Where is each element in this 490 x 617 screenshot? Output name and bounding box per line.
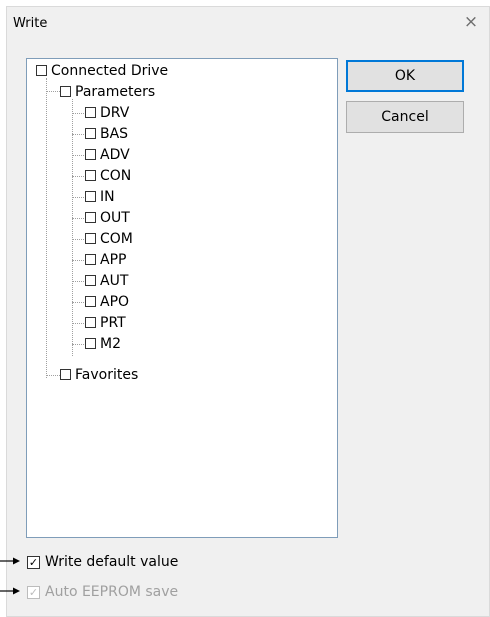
tree-checkbox[interactable] — [85, 212, 96, 223]
tree-node-label: Parameters — [75, 84, 156, 100]
tree-connector — [72, 344, 84, 345]
tree-checkbox[interactable] — [36, 65, 47, 76]
tree-node-label: IN — [100, 189, 115, 205]
auto-eeprom-label: Auto EEPROM save — [45, 584, 179, 600]
tree-node-label: COM — [100, 231, 133, 247]
tree-checkbox[interactable] — [85, 254, 96, 265]
tree-node-label: BAS — [100, 126, 129, 142]
tree-checkbox[interactable] — [60, 86, 71, 97]
tree-node-label: M2 — [100, 336, 121, 352]
tree-connector — [72, 99, 73, 356]
tree-connector — [72, 239, 84, 240]
tree-connector — [72, 155, 84, 156]
tree-checkbox[interactable] — [85, 233, 96, 244]
tree-connector — [46, 91, 60, 92]
tree-checkbox[interactable] — [85, 275, 96, 286]
tree-view[interactable]: Connected Drive Parameters DRV BAS ADV C… — [26, 58, 338, 538]
tree-node-label: CON — [100, 168, 132, 184]
ok-button[interactable]: OK — [346, 60, 464, 92]
arrow-icon — [0, 557, 20, 565]
auto-eeprom-checkbox: ✓ — [27, 586, 40, 599]
tree-connector — [72, 176, 84, 177]
tree-checkbox[interactable] — [85, 191, 96, 202]
dialog-title: Write — [13, 16, 48, 31]
arrow-icon — [0, 587, 20, 595]
tree-node-label: Favorites — [75, 367, 139, 383]
tree-checkbox[interactable] — [85, 338, 96, 349]
tree-connector — [72, 134, 84, 135]
tree-checkbox[interactable] — [60, 369, 71, 380]
tree-connector — [72, 113, 84, 114]
tree-node-label: PRT — [100, 315, 126, 331]
tree-node-label: Connected Drive — [51, 63, 169, 79]
tree-node-label: OUT — [100, 210, 130, 226]
tree-checkbox[interactable] — [85, 149, 96, 160]
close-icon[interactable]: × — [459, 9, 483, 35]
write-default-checkbox[interactable]: ✓ — [27, 556, 40, 569]
tree-connector — [72, 218, 84, 219]
tree-connector — [72, 323, 84, 324]
tree-checkbox[interactable] — [85, 296, 96, 307]
title-bar[interactable]: Write × — [7, 7, 489, 39]
tree-node-label: APP — [100, 252, 127, 268]
tree-connector — [46, 375, 60, 376]
tree-node-label: AUT — [100, 273, 129, 289]
tree-checkbox[interactable] — [85, 317, 96, 328]
write-dialog: Write × Connected Drive Parameters DRV B… — [6, 6, 490, 617]
tree-checkbox[interactable] — [85, 107, 96, 118]
tree-connector — [72, 302, 84, 303]
tree-node-label: APO — [100, 294, 130, 310]
tree-checkbox[interactable] — [85, 128, 96, 139]
tree-connector — [46, 78, 47, 378]
tree-node-label: ADV — [100, 147, 130, 163]
tree-node-label: DRV — [100, 105, 130, 121]
tree-connector — [72, 197, 84, 198]
tree-connector — [72, 260, 84, 261]
write-default-label: Write default value — [45, 554, 179, 570]
cancel-button[interactable]: Cancel — [346, 101, 464, 133]
tree-checkbox[interactable] — [85, 170, 96, 181]
tree-connector — [72, 281, 84, 282]
